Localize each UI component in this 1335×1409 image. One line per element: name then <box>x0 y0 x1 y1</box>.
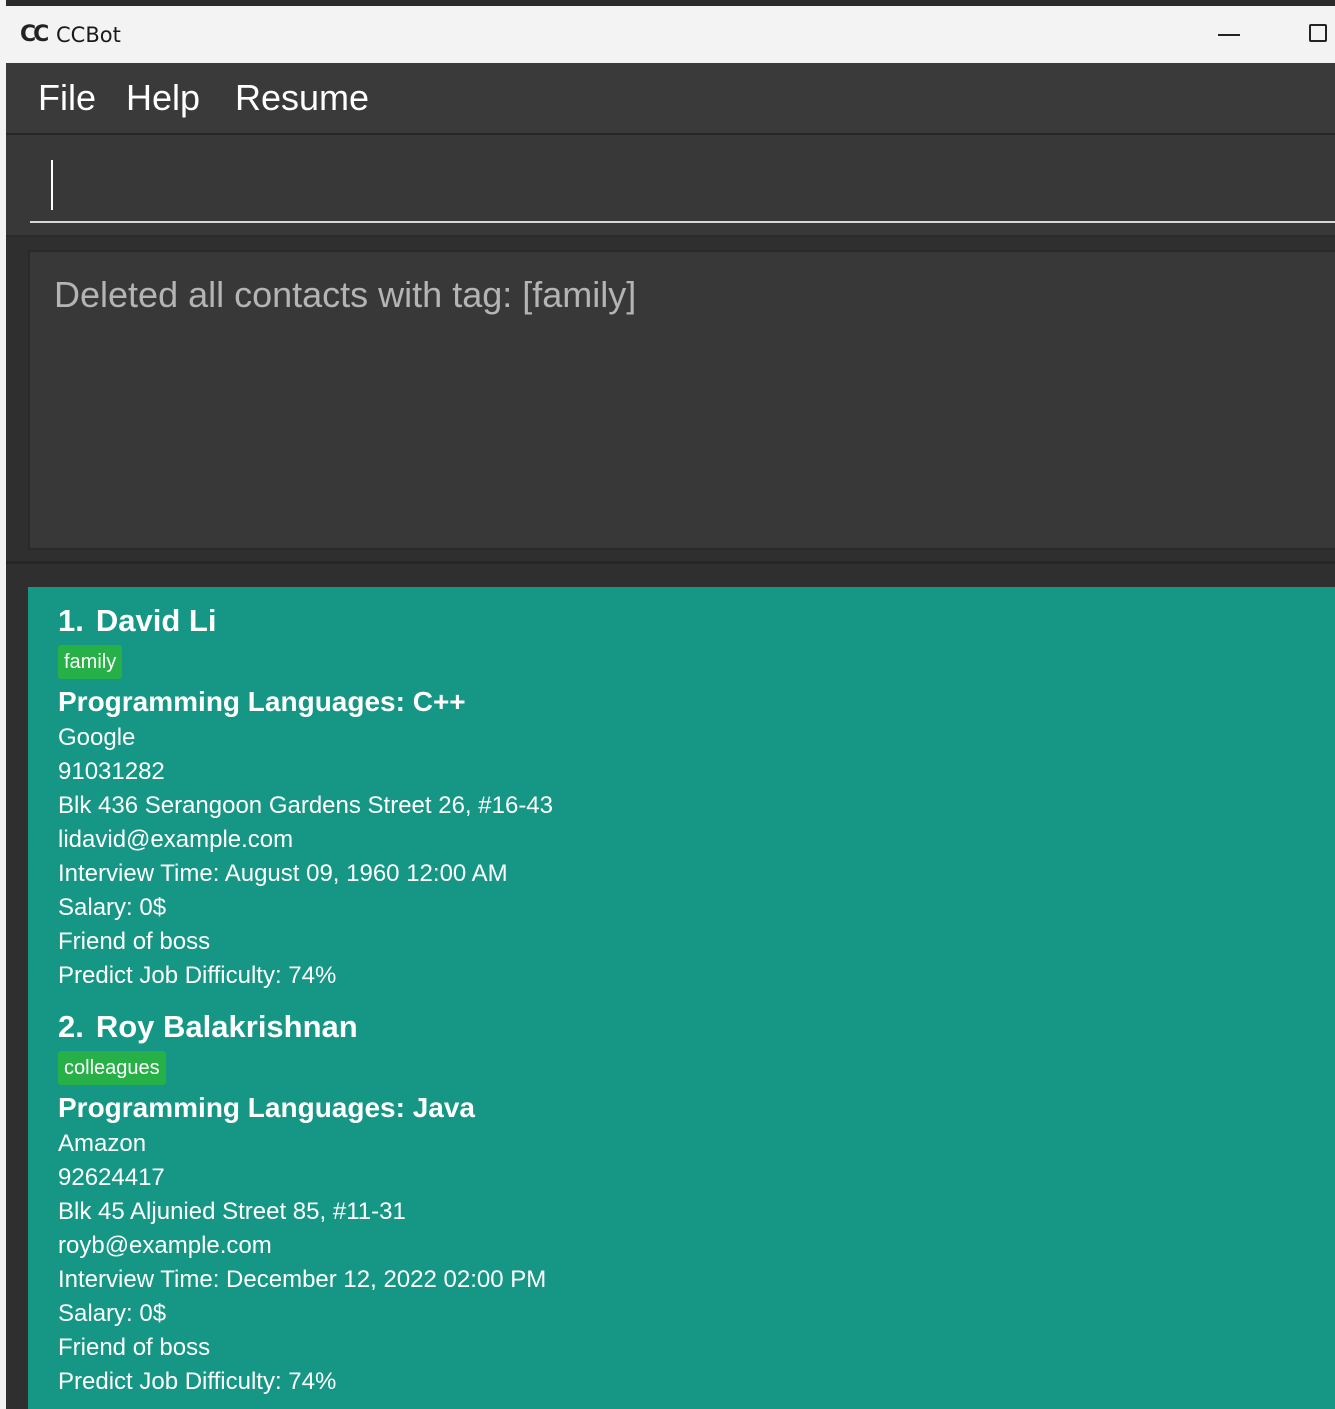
contact-interview-time: Interview Time: August 09, 1960 12:00 AM <box>58 860 508 887</box>
contact-phone: 92624417 <box>58 1164 165 1191</box>
contact-address: Blk 436 Serangoon Gardens Street 26, #16… <box>58 792 553 819</box>
contact-interview-time: Interview Time: December 12, 2022 02:00 … <box>58 1266 547 1293</box>
contact-name-line: 2. Roy Balakrishnan <box>58 1007 1335 1047</box>
contact-company: Amazon <box>58 1130 147 1157</box>
contact-languages: Programming Languages: Java <box>58 1092 476 1123</box>
maximize-button[interactable] <box>1296 6 1335 63</box>
text-caret <box>51 160 53 210</box>
contact-remark: Friend of boss <box>58 928 211 955</box>
result-message: Deleted all contacts with tag: [family] <box>54 274 637 315</box>
contact-job-difficulty: Predict Job Difficulty: 74% <box>58 1368 337 1395</box>
contact-remark: Friend of boss <box>58 1334 211 1361</box>
minimize-button[interactable] <box>1206 6 1252 63</box>
menu-help[interactable]: Help <box>126 77 200 119</box>
contact-name: David Li <box>95 603 217 638</box>
contact-index: 2. <box>58 1009 84 1044</box>
menu-resume[interactable]: Resume <box>235 77 369 119</box>
maximize-icon <box>1309 24 1327 42</box>
result-display-area: Deleted all contacts with tag: [family] <box>6 237 1335 559</box>
contact-salary: Salary: 0$ <box>58 894 167 921</box>
minimize-icon <box>1218 34 1240 36</box>
contact-name-line: 1. David Li <box>58 601 1335 641</box>
contact-email: royb@example.com <box>58 1232 272 1259</box>
contact-job-difficulty: Predict Job Difficulty: 74% <box>58 962 337 989</box>
result-display[interactable]: Deleted all contacts with tag: [family] <box>28 250 1335 550</box>
window-title: CCBot <box>56 23 121 47</box>
contact-tag: family <box>58 645 123 679</box>
contact-tag: colleagues <box>58 1051 166 1085</box>
contact-languages: Programming Languages: C++ <box>58 686 466 717</box>
contact-email: lidavid@example.com <box>58 826 294 853</box>
contact-address: Blk 45 Aljunied Street 85, #11-31 <box>58 1198 406 1225</box>
title-bar[interactable]: CC CCBot <box>6 6 1335 63</box>
contact-name: Roy Balakrishnan <box>95 1009 358 1044</box>
contact-company: Google <box>58 724 136 751</box>
contact-phone: 91031282 <box>58 758 165 785</box>
app-logo-icon: CC <box>20 22 49 47</box>
menu-file[interactable]: File <box>38 77 96 119</box>
command-input[interactable] <box>30 147 1335 223</box>
contact-list-panel: 1. David Li family Programming Languages:… <box>6 561 1335 1409</box>
contact-list[interactable]: 1. David Li family Programming Languages:… <box>28 587 1335 1409</box>
contact-card[interactable]: 1. David Li family Programming Languages:… <box>28 587 1335 993</box>
contact-index: 1. <box>58 603 84 638</box>
app-window: CC CCBot File Help Resume Deleted all co… <box>6 6 1335 1409</box>
menu-bar: File Help Resume <box>6 63 1335 135</box>
contact-card[interactable]: 2. Roy Balakrishnan colleagues Programmin… <box>28 993 1335 1399</box>
contact-salary: Salary: 0$ <box>58 1300 167 1327</box>
command-box <box>6 135 1335 237</box>
